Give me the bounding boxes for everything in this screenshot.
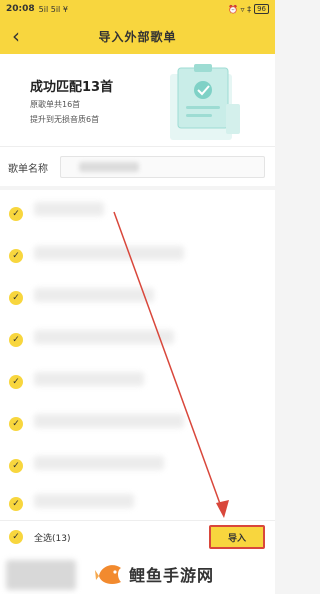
page-title: 导入外部歌单 (98, 29, 177, 44)
blurred-song-title (34, 202, 104, 216)
playlist-name-row: 歌单名称 (0, 146, 275, 186)
back-chevron-icon[interactable]: ‹ (6, 24, 26, 48)
watermark-text: 鲤鱼手游网 (129, 566, 215, 585)
song-row[interactable]: ✓ (0, 360, 275, 402)
footer-area: 鲤鱼手游网 (0, 552, 275, 594)
clipboard-check-illustration-icon (170, 64, 240, 140)
checkmark-icon[interactable]: ✓ (9, 291, 23, 305)
checkmark-icon[interactable]: ✓ (9, 459, 23, 473)
blurred-song-title (34, 330, 174, 344)
checkmark-icon[interactable]: ✓ (9, 333, 23, 347)
lossless-upgrade-text: 提升到无损音质6首 (30, 115, 100, 124)
blurred-song-title (34, 456, 164, 470)
song-row[interactable]: ✓ (0, 234, 275, 276)
blurred-song-title (34, 288, 154, 302)
blurred-playlist-name (79, 162, 139, 172)
match-headline: 成功匹配13首 (30, 80, 114, 95)
watermark: 鲤鱼手游网 (95, 560, 214, 588)
original-count-text: 原歌单共16首 (30, 100, 81, 109)
select-all-checkmark-icon[interactable]: ✓ (9, 530, 23, 544)
status-bar: 20:08 5il 5il ¥ ⏰ ▿ ‡ 96 (0, 0, 275, 18)
koi-fish-logo-icon (95, 565, 121, 584)
status-right-icons: ⏰ ▿ ‡ 96 (228, 4, 269, 14)
song-row[interactable]: ✓ (0, 444, 275, 486)
blurred-song-title (34, 246, 184, 260)
blurred-song-title (34, 372, 144, 386)
checkmark-icon[interactable]: ✓ (9, 249, 23, 263)
match-summary-card: 成功匹配13首 原歌单共16首 提升到无损音质6首 (0, 54, 275, 146)
song-row[interactable]: ✓ (0, 192, 275, 234)
blurred-now-playing-thumbnail (6, 560, 76, 590)
checkmark-icon[interactable]: ✓ (9, 417, 23, 431)
song-row[interactable]: ✓ (0, 402, 275, 444)
select-all-label[interactable]: 全选(13) (34, 531, 70, 544)
checkmark-icon[interactable]: ✓ (9, 207, 23, 221)
checkmark-icon[interactable]: ✓ (9, 497, 23, 511)
blurred-song-title (34, 414, 184, 428)
system-icons: ⏰ ▿ ‡ (228, 4, 252, 14)
song-row[interactable]: ✓ (0, 276, 275, 318)
title-bar: ‹ 导入外部歌单 (0, 18, 275, 54)
playlist-name-input[interactable] (60, 156, 265, 178)
signal-icons: 5il 5il ¥ (38, 4, 68, 14)
battery-icon: 96 (254, 4, 269, 14)
status-time: 20:08 (6, 4, 35, 14)
bottom-action-bar: ✓ 全选(13) 导入 (0, 520, 275, 552)
import-button[interactable]: 导入 (209, 525, 265, 549)
checkmark-icon[interactable]: ✓ (9, 375, 23, 389)
song-row[interactable]: ✓ (0, 318, 275, 360)
song-row[interactable]: ✓ (0, 482, 275, 524)
playlist-name-label: 歌单名称 (8, 164, 48, 175)
song-list: ✓ ✓ ✓ ✓ ✓ ✓ ✓ ✓ (0, 190, 275, 520)
blurred-song-title (34, 494, 134, 508)
